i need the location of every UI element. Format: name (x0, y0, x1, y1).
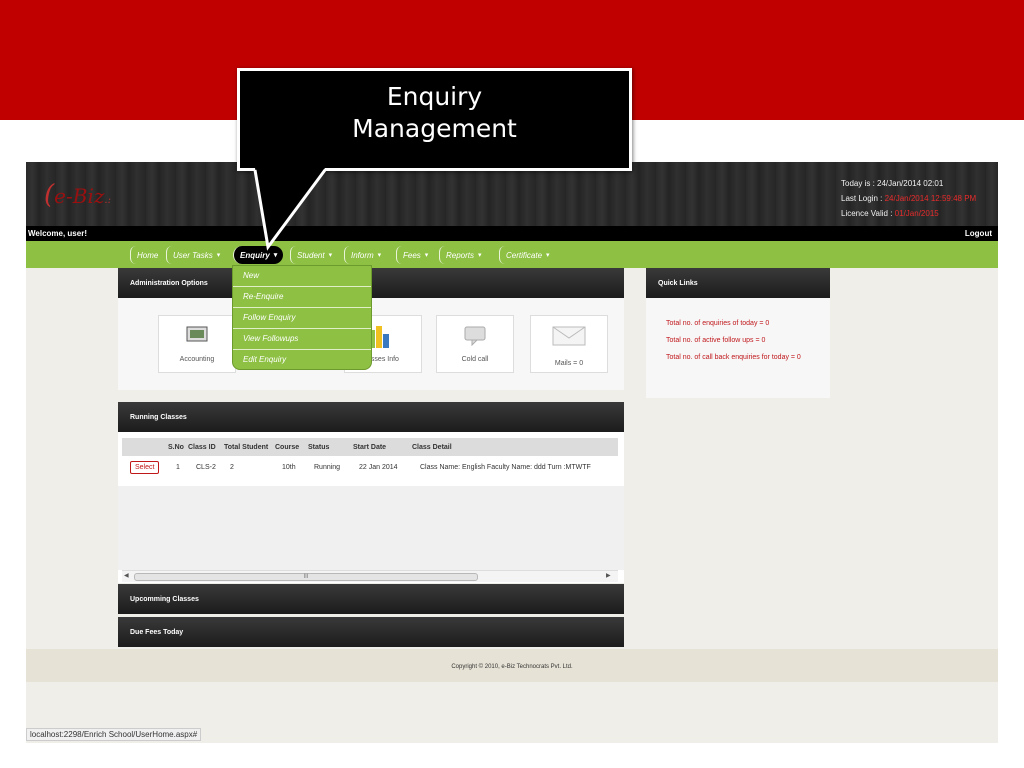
col-status: Status (308, 444, 330, 451)
running-classes-title: Running Classes (118, 402, 624, 432)
tile-mails-label: Mails = 0 (554, 360, 584, 367)
chevron-down-icon: ▾ (273, 252, 278, 259)
tile-mails[interactable]: Mails = 0 (530, 315, 608, 373)
nav-reports[interactable]: Reports ▾ (439, 246, 488, 264)
enquiry-dropdown-menu: New Re-Enquire Follow Enquiry View Follo… (232, 265, 372, 370)
chevron-down-icon: ▾ (478, 252, 482, 259)
cell-start-date: 22 Jan 2014 (359, 464, 398, 471)
header-info: Today is : 24/Jan/2014 02:01 Last Login … (841, 176, 976, 221)
table-empty-area (118, 486, 624, 570)
cell-class-detail: Class Name: English Faculty Name: ddd Tu… (420, 464, 591, 471)
callout-box: Enquiry Management (237, 68, 632, 171)
tile-cold-call-label: Cold call (461, 356, 489, 363)
site-header: (e-Biz.: Today is : 24/Jan/2014 02:01 La… (26, 162, 998, 226)
chat-icon (464, 326, 486, 351)
col-sno: S.No (168, 444, 184, 451)
logout-link[interactable]: Logout (965, 229, 992, 238)
cell-class-id: CLS-2 (196, 464, 216, 471)
slide: (e-Biz.: Today is : 24/Jan/2014 02:01 La… (0, 0, 1024, 768)
logo[interactable]: (e-Biz.: (44, 180, 111, 210)
quick-links-title: Quick Links (646, 268, 830, 298)
menu-item-view-followups[interactable]: View Followups (233, 329, 371, 350)
quick-links-panel: Quick Links Total no. of enquiries of to… (646, 268, 830, 398)
col-total-student: Total Student (224, 444, 269, 451)
tile-accounting[interactable]: Accounting (158, 315, 236, 373)
upcoming-classes-panel: Upcomming Classes (118, 584, 624, 614)
nav-home[interactable]: Home (130, 246, 164, 264)
menu-item-follow-enquiry[interactable]: Follow Enquiry (233, 308, 371, 329)
welcome-text: Welcome, user! (28, 229, 87, 238)
callout-line-2: Management (352, 114, 517, 143)
today-info: Today is : 24/Jan/2014 02:01 (841, 179, 944, 188)
menu-item-new[interactable]: New (233, 266, 371, 287)
bar-chart-icon (369, 326, 393, 353)
due-fees-today-panel: Due Fees Today (118, 617, 624, 647)
chevron-down-icon: ▾ (377, 252, 382, 259)
cell-course: 10th (282, 464, 296, 471)
callout-pointer (253, 168, 327, 251)
scroll-left-icon[interactable]: ◀ (124, 572, 129, 579)
copyright-text: Copyright © 2010, e-Biz Technocrats Pvt.… (451, 664, 573, 670)
nav-user-tasks[interactable]: User Tasks ▾ (166, 246, 226, 264)
chevron-down-icon: ▾ (328, 252, 333, 259)
footer: Copyright © 2010, e-Biz Technocrats Pvt.… (26, 649, 998, 682)
horizontal-scrollbar[interactable]: ◀ III ▶ (122, 570, 618, 582)
menu-item-re-enquire[interactable]: Re-Enquire (233, 287, 371, 308)
col-class-id: Class ID (188, 444, 216, 451)
col-start-date: Start Date (353, 444, 387, 451)
last-login-info: Last Login : 24/Jan/2014 12:59:48 PM (841, 194, 977, 203)
cell-status: Running (314, 464, 341, 471)
main-nav: Home User Tasks ▾ Enquiry ▾ Student ▾ Infor… (26, 241, 998, 268)
mail-icon (552, 326, 586, 351)
chevron-down-icon: ▾ (216, 252, 221, 259)
table-header: S.No Class ID Total Student Course Statu… (122, 438, 618, 456)
menu-item-edit-enquiry[interactable]: Edit Enquiry (233, 350, 371, 371)
chevron-down-icon: ▾ (424, 252, 429, 259)
browser-viewport: (e-Biz.: Today is : 24/Jan/2014 02:01 La… (26, 162, 998, 743)
col-class-detail: Class Detail (412, 444, 452, 451)
scroll-right-icon[interactable]: ▶ (606, 572, 611, 579)
tile-cold-call[interactable]: Cold call (436, 315, 514, 373)
cell-total-student: 2 (230, 464, 234, 471)
licence-info: Licence Valid : 01/Jan/2015 (841, 209, 939, 218)
chevron-down-icon: ▾ (546, 252, 550, 259)
scrollbar-thumb[interactable]: III (134, 573, 478, 581)
accounting-icon (186, 326, 208, 347)
quick-link-active-follow-ups[interactable]: Total no. of active follow ups = 0 (666, 335, 826, 347)
select-button[interactable]: Select (130, 461, 160, 474)
tile-accounting-label: Accounting (179, 356, 215, 363)
col-course: Course (275, 444, 300, 451)
status-url: localhost:2298/Enrich School/UserHome.as… (26, 728, 202, 741)
nav-inform[interactable]: Inform ▾ (344, 246, 387, 264)
table-row: Select 1 CLS-2 2 10th Running 22 Jan 201… (122, 458, 618, 478)
callout-line-1: Enquiry (386, 82, 483, 111)
quick-link-enquiries-today[interactable]: Total no. of enquiries of today = 0 (666, 318, 826, 330)
nav-certificate[interactable]: Certificate ▾ (499, 246, 556, 264)
cell-sno: 1 (176, 464, 180, 471)
quick-link-call-back-today[interactable]: Total no. of call back enquiries for tod… (666, 352, 826, 364)
running-classes-panel: Running Classes S.No Class ID Total Stud… (118, 402, 624, 583)
nav-fees[interactable]: Fees ▾ (396, 246, 434, 264)
welcome-bar: Welcome, user! Logout (26, 226, 998, 241)
